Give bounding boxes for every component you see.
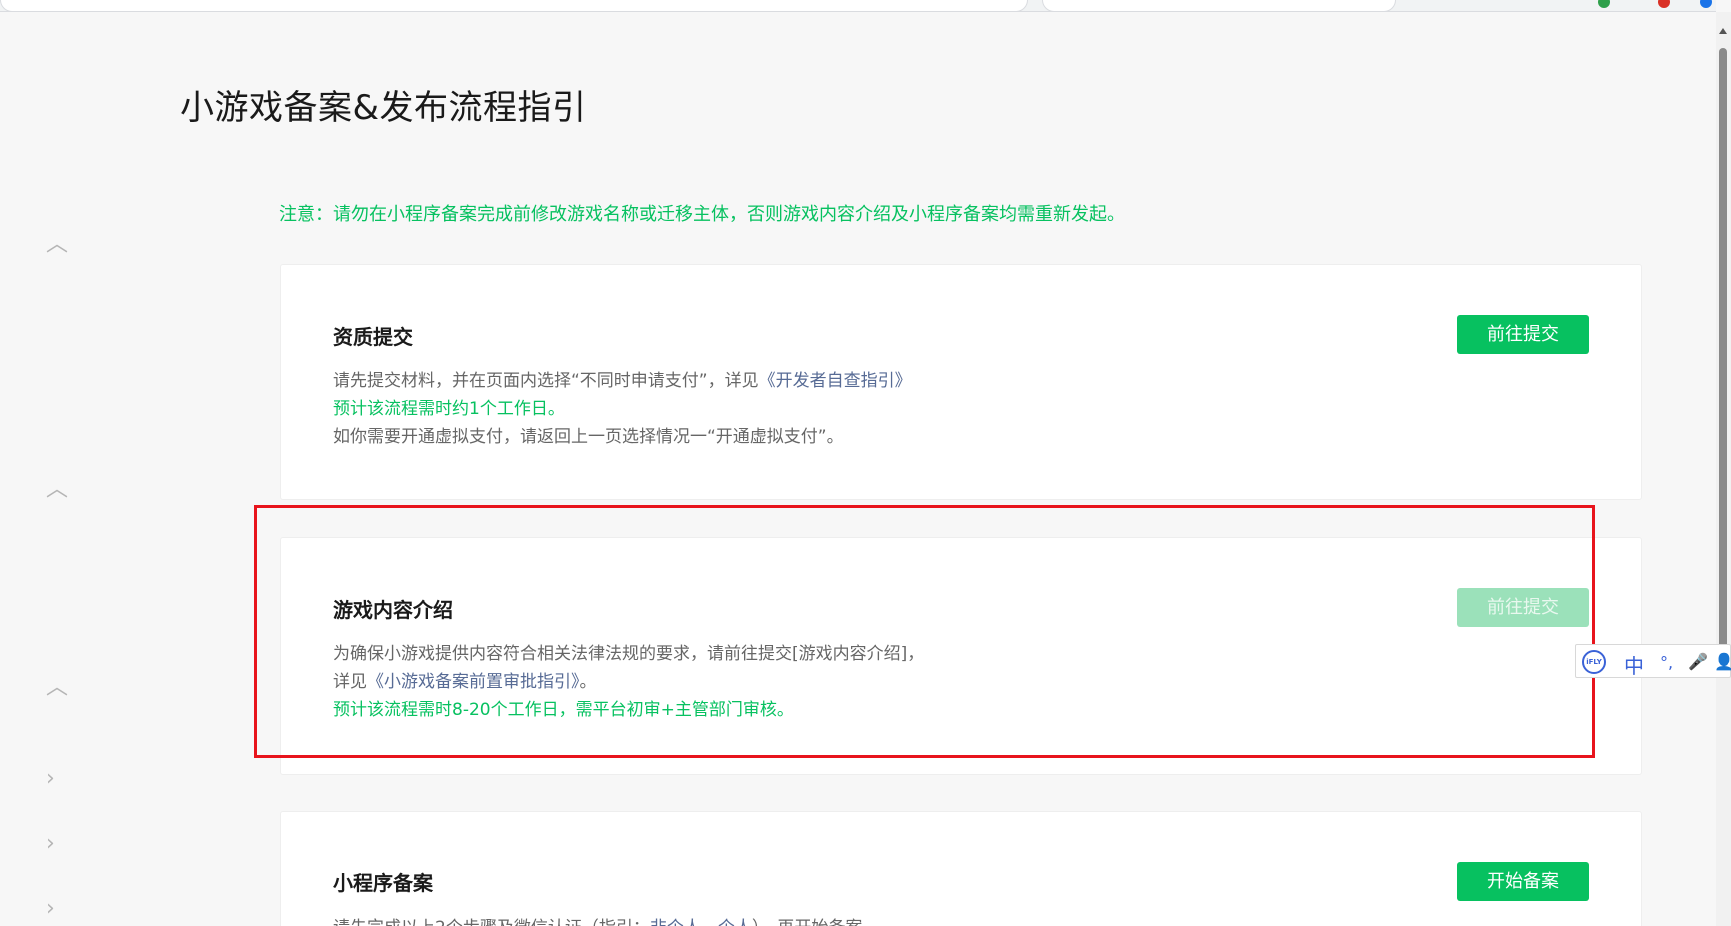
non-personal-link[interactable]: 非个人 [650, 918, 701, 926]
page-title: 小游戏备案&发布流程指引 [180, 88, 587, 128]
expand-chevron-right-icon[interactable]: › [46, 898, 55, 920]
extension-icon[interactable] [1658, 0, 1670, 8]
search-box[interactable] [1042, 0, 1396, 11]
ifly-logo-icon[interactable]: iFLY [1582, 650, 1606, 674]
duration-text: 预计该流程需时约1个工作日。 [333, 399, 565, 419]
expand-chevron-right-icon[interactable]: › [46, 768, 55, 790]
section-card-filing: 小程序备案 请先完成以上2个步骤及微信认证（指引：非个人、个人），再开始备案。 … [280, 811, 1642, 926]
developer-guide-link[interactable]: 《开发者自查指引》 [759, 371, 912, 391]
address-bar[interactable] [0, 0, 1028, 11]
collapse-chevron-up-icon[interactable]: ︿ [46, 234, 68, 256]
pre-approval-guide-link[interactable]: 《小游戏备案前置审批指引》 [367, 672, 580, 692]
start-filing-button[interactable]: 开始备案 [1457, 862, 1589, 901]
go-submit-button-disabled[interactable]: 前往提交 [1457, 588, 1589, 627]
collapse-chevron-up-icon[interactable]: ︿ [46, 479, 68, 501]
go-submit-button[interactable]: 前往提交 [1457, 315, 1589, 354]
extension-icon[interactable] [1598, 0, 1610, 8]
expand-chevron-right-icon[interactable]: › [46, 833, 55, 855]
section-card-game-content: 游戏内容介绍 为确保小游戏提供内容符合相关法律法规的要求，请前往提交[游戏内容介… [280, 537, 1642, 775]
section-title: 资质提交 [333, 325, 413, 349]
section-card-qualification: 资质提交 请先提交材料，并在页面内选择“不同时申请支付”，详见《开发者自查指引》… [280, 264, 1642, 500]
notice-text: 注意：请勿在小程序备案完成前修改游戏名称或迁移主体，否则游戏内容介绍及小程序备案… [279, 204, 1125, 225]
browser-toolbar [0, 0, 1716, 12]
ime-toolbar[interactable]: iFLY 中 °, 🎤 👤 [1575, 644, 1731, 678]
personal-link[interactable]: 个人 [718, 918, 752, 926]
section-description: 为确保小游戏提供内容符合相关法律法规的要求，请前往提交[游戏内容介绍]， 详见《… [333, 640, 924, 724]
user-icon[interactable]: 👤 [1714, 652, 1731, 671]
duration-text: 预计该流程需时8-20个工作日，需平台初审+主管部门审核。 [333, 700, 794, 720]
section-description: 请先完成以上2个步骤及微信认证（指引：非个人、个人），再开始备案。 [333, 914, 879, 926]
vertical-scrollbar[interactable] [1716, 12, 1731, 926]
punctuation-icon[interactable]: °, [1660, 653, 1673, 672]
scroll-up-arrow-icon[interactable] [1719, 28, 1727, 34]
microphone-icon[interactable]: 🎤 [1688, 652, 1708, 671]
profile-icon[interactable] [1700, 0, 1712, 8]
section-title: 小程序备案 [333, 871, 433, 895]
virtual-payment-text: 如你需要开通虚拟支付，请返回上一页选择情况一“开通虚拟支付”。 [333, 427, 844, 447]
section-description: 请先提交材料，并在页面内选择“不同时申请支付”，详见《开发者自查指引》 预计该流… [333, 367, 912, 451]
collapse-chevron-up-icon[interactable]: ︿ [46, 677, 68, 699]
language-toggle[interactable]: 中 [1624, 650, 1644, 679]
section-title: 游戏内容介绍 [333, 598, 453, 622]
scrollbar-thumb[interactable] [1719, 48, 1727, 678]
